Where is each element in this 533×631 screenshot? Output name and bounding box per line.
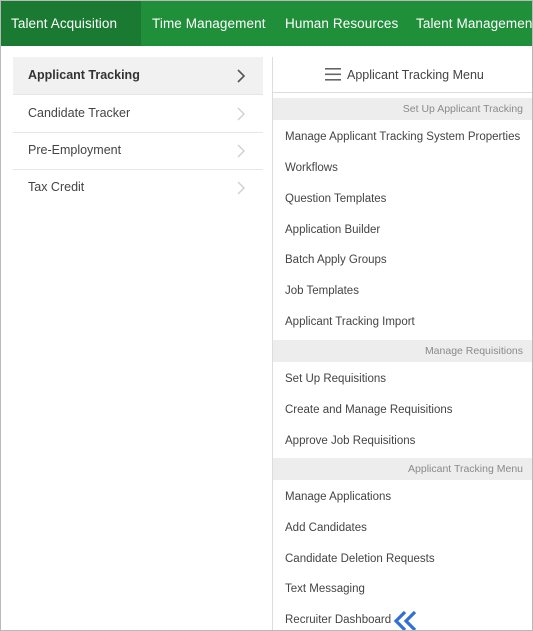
menu-item[interactable]: Manage Applications xyxy=(285,486,391,508)
menu-item-recruiter-dashboard[interactable]: Recruiter Dashboard xyxy=(285,609,391,630)
left-item-candidate-tracker[interactable]: Candidate Tracker xyxy=(13,95,263,132)
section-header-label: Manage Requisitions xyxy=(424,345,523,357)
left-item-label: Applicant Tracking xyxy=(28,68,140,82)
menu-header[interactable]: Applicant Tracking Menu xyxy=(273,57,532,93)
left-item-label: Candidate Tracker xyxy=(28,106,131,120)
section-header-label: Applicant Tracking Menu xyxy=(408,463,523,475)
tab-talent-acquisition[interactable]: Talent Acquisition xyxy=(1,1,141,46)
tab-human-resources[interactable]: Human Resources xyxy=(285,1,398,46)
left-item-applicant-tracking[interactable]: Applicant Tracking xyxy=(13,57,263,94)
menu-item[interactable]: Batch Apply Groups xyxy=(285,249,387,271)
chevron-right-icon xyxy=(237,181,245,195)
section-header: Manage Requisitions xyxy=(273,340,532,362)
chevron-right-icon xyxy=(237,107,245,121)
right-menu-panel: Applicant Tracking Menu Set Up Applicant… xyxy=(272,57,532,630)
tab-time-management[interactable]: Time Management xyxy=(152,1,266,46)
top-nav-bar: Talent Acquisition Time Management Human… xyxy=(1,1,532,46)
menu-item[interactable]: Question Templates xyxy=(285,188,386,210)
menu-item[interactable]: Text Messaging xyxy=(285,578,365,600)
double-chevron-left-icon xyxy=(393,610,417,630)
menu-item[interactable]: Workflows xyxy=(285,157,338,179)
menu-item[interactable]: Candidate Deletion Requests xyxy=(285,548,435,570)
menu-item[interactable]: Approve Job Requisitions xyxy=(285,430,415,452)
menu-item[interactable]: Applicant Tracking Import xyxy=(285,311,415,333)
menu-item[interactable]: Set Up Requisitions xyxy=(285,368,386,390)
left-item-pre-employment[interactable]: Pre-Employment xyxy=(13,132,263,169)
section-header-label: Set Up Applicant Tracking xyxy=(402,103,523,115)
section-header: Applicant Tracking Menu xyxy=(273,458,532,480)
menu-item[interactable]: Add Candidates xyxy=(285,517,367,539)
hamburger-menu-icon xyxy=(325,68,341,81)
menu-item[interactable]: Manage Applicant Tracking System Propert… xyxy=(285,126,520,148)
left-nav-panel: Applicant Tracking Candidate Tracker Pre… xyxy=(13,57,263,630)
left-item-label: Tax Credit xyxy=(28,180,85,194)
tab-talent-management[interactable]: Talent Management xyxy=(416,1,532,46)
left-item-tax-credit[interactable]: Tax Credit xyxy=(13,169,263,206)
left-item-label: Pre-Employment xyxy=(28,143,122,157)
menu-item[interactable]: Job Templates xyxy=(285,280,359,302)
section-header: Set Up Applicant Tracking xyxy=(273,98,532,120)
chevron-right-icon xyxy=(237,69,246,83)
menu-item[interactable]: Create and Manage Requisitions xyxy=(285,399,453,421)
menu-item[interactable]: Application Builder xyxy=(285,219,380,241)
page-frame: Talent Acquisition Time Management Human… xyxy=(0,0,533,631)
menu-title: Applicant Tracking Menu xyxy=(347,68,484,82)
chevron-right-icon xyxy=(237,144,245,158)
